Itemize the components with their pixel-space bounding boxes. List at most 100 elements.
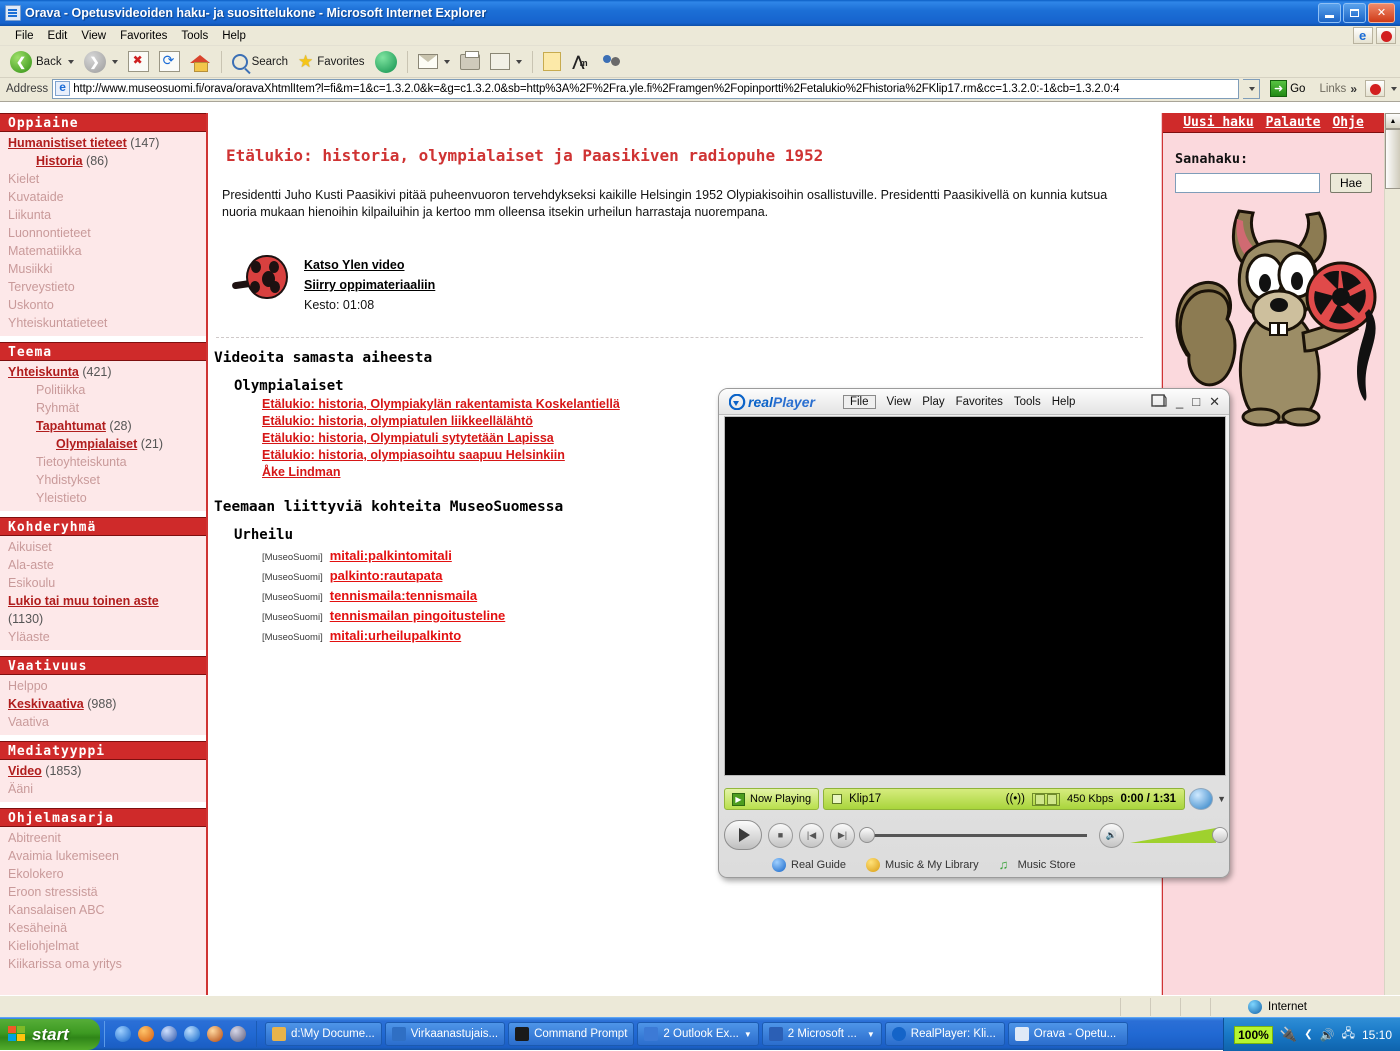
discuss-button[interactable] [597, 50, 627, 73]
forward-dropdown-icon[interactable] [111, 59, 118, 64]
edit-button[interactable] [486, 51, 526, 72]
now-playing-button[interactable]: ▶ Now Playing [724, 788, 820, 810]
facet-item-yhteiskunta[interactable]: Yhteiskunta (421) [0, 363, 206, 381]
links-overflow-icon[interactable]: » [1350, 82, 1357, 96]
scroll-up-button[interactable]: ▲ [1385, 113, 1400, 129]
related-video-link[interactable]: Etälukio: historia, olympiasoihtu saapuu… [262, 448, 565, 462]
maximize-button[interactable] [1343, 3, 1366, 23]
facet-item-video[interactable]: Video (1853) [0, 762, 206, 780]
play-button[interactable] [724, 820, 762, 850]
quick-launch-outlook-icon[interactable] [161, 1026, 177, 1042]
museum-link[interactable]: palkinto:rautapata [330, 568, 443, 583]
acrobat-dropdown-icon[interactable] [1391, 86, 1397, 91]
previous-button[interactable]: |◀ [799, 822, 824, 848]
task-group-chevron-icon[interactable]: ▼ [744, 1030, 752, 1039]
related-video-link[interactable]: Åke Lindman [262, 465, 341, 479]
facet-link[interactable]: Keskivaativa [8, 697, 84, 711]
facet-link[interactable]: Humanistiset tieteet [8, 136, 127, 150]
chevron-down-icon[interactable]: ▼ [1217, 794, 1226, 804]
facet-item-lukio[interactable]: Lukio tai muu toinen aste [0, 592, 206, 610]
realplayer-maximize-button[interactable]: □ [1192, 394, 1200, 409]
network-tray-icon[interactable]: 🖧 [1342, 1024, 1355, 1045]
museum-link[interactable]: tennismailan pingoitusteline [330, 608, 506, 623]
menu-file[interactable]: File [8, 29, 41, 43]
close-button[interactable]: ✕ [1368, 3, 1395, 23]
stop-button[interactable]: ■ [768, 822, 793, 848]
search-input[interactable] [1175, 173, 1320, 193]
power-plug-icon[interactable]: 🔌 [1280, 1026, 1297, 1043]
task-group-button[interactable]: 2 Microsoft ... ▼ [761, 1022, 882, 1046]
print-button[interactable] [456, 50, 484, 72]
menu-tools[interactable]: Tools [174, 29, 215, 43]
search-submit-button[interactable]: Hae [1330, 173, 1373, 193]
facet-link[interactable]: Yhteiskunta [8, 365, 79, 379]
quick-launch-media-icon[interactable] [230, 1026, 246, 1042]
quick-launch-ie-icon[interactable] [115, 1026, 131, 1042]
volume-handle[interactable] [1212, 827, 1228, 843]
tray-chevron-icon[interactable]: ❮ [1304, 1029, 1312, 1040]
volume-tray-icon[interactable]: 🔊 [1320, 1028, 1335, 1042]
task-button-orava[interactable]: Orava - Opetu... [1007, 1022, 1128, 1046]
help-link[interactable]: Ohje [1332, 115, 1363, 130]
facet-link[interactable]: Historia [36, 154, 83, 168]
rp-menu-favorites[interactable]: Favorites [956, 396, 1003, 408]
start-button[interactable]: start [0, 1019, 100, 1050]
facet-link[interactable]: Olympialaiset [56, 437, 137, 451]
mail-button[interactable] [414, 52, 454, 71]
taskbar-clock[interactable]: 15:10 [1362, 1028, 1392, 1042]
rp-menu-help[interactable]: Help [1052, 396, 1076, 408]
acrobat-toolbar-icon[interactable] [1365, 80, 1385, 97]
rp-menu-tools[interactable]: Tools [1014, 396, 1041, 408]
task-button[interactable]: Command Prompt [508, 1022, 635, 1046]
video-surface[interactable] [724, 416, 1226, 776]
museum-link[interactable]: mitali:urheilupalkinto [330, 628, 461, 643]
realplayer-close-button[interactable]: ✕ [1209, 394, 1220, 410]
mute-button[interactable]: 🔊 [1099, 822, 1124, 848]
favorites-button[interactable]: ★ Favorites [294, 53, 369, 71]
quick-launch-realplayer-icon[interactable] [184, 1026, 200, 1042]
quick-launch-firefox-icon[interactable] [138, 1026, 154, 1042]
mail-dropdown-icon[interactable] [443, 59, 450, 64]
facet-item-tapahtumat[interactable]: Tapahtumat (28) [0, 417, 206, 435]
task-group-chevron-icon[interactable]: ▼ [867, 1030, 875, 1039]
real-guide-link[interactable]: Real Guide [772, 858, 846, 872]
volume-slider[interactable] [1130, 827, 1228, 843]
realplayer-globe-button[interactable] [1189, 788, 1214, 810]
rp-menu-play[interactable]: Play [922, 396, 944, 408]
related-video-link[interactable]: Etälukio: historia, Olympiatuli sytytetä… [262, 431, 554, 445]
realplayer-minimize-button[interactable]: _ [1176, 394, 1183, 409]
edit-dropdown-icon[interactable] [515, 59, 522, 64]
scroll-thumb[interactable] [1385, 129, 1400, 189]
back-button[interactable]: ❮ Back [6, 49, 78, 75]
rp-menu-file[interactable]: File [842, 394, 876, 409]
facet-item-historia[interactable]: Historia (86) [0, 152, 206, 170]
learning-material-link[interactable]: Siirry oppimateriaaliin [304, 275, 435, 295]
stop-button[interactable] [124, 49, 153, 74]
related-video-link[interactable]: Etälukio: historia, Olympiakylän rakenta… [262, 397, 620, 411]
home-button[interactable] [186, 49, 215, 74]
task-group-button[interactable]: 2 Outlook Ex... ▼ [637, 1022, 759, 1046]
facet-link[interactable]: Video [8, 764, 42, 778]
related-video-link[interactable]: Etälukio: historia, olympiatulen liikkee… [262, 414, 533, 428]
notes-button[interactable] [539, 50, 565, 73]
facet-item-olympialaiset[interactable]: Olympialaiset (21) [0, 435, 206, 453]
task-button[interactable]: d:\My Docume... [265, 1022, 382, 1046]
music-store-link[interactable]: ♫ Music Store [999, 858, 1076, 872]
feedback-link[interactable]: Palaute [1266, 115, 1321, 130]
rp-menu-view[interactable]: View [887, 396, 912, 408]
task-button[interactable]: Virkaanastujais... [384, 1022, 506, 1046]
forward-button[interactable]: ❯ [80, 49, 122, 75]
menu-edit[interactable]: Edit [41, 29, 75, 43]
minimize-button[interactable] [1318, 3, 1341, 23]
facet-link[interactable]: Lukio tai muu toinen aste [8, 594, 159, 608]
facet-item-keskivaativa[interactable]: Keskivaativa (988) [0, 695, 206, 713]
security-zone[interactable]: Internet [1248, 999, 1307, 1014]
search-button[interactable]: Search [228, 52, 292, 72]
history-button[interactable] [371, 49, 401, 75]
quick-launch-paint-icon[interactable] [207, 1026, 223, 1042]
go-button[interactable]: ➜ Go [1264, 80, 1311, 97]
back-dropdown-icon[interactable] [67, 59, 74, 64]
museum-link[interactable]: mitali:palkintomitali [330, 548, 452, 563]
museum-link[interactable]: tennismaila:tennismaila [330, 588, 477, 603]
refresh-button[interactable] [155, 49, 184, 74]
